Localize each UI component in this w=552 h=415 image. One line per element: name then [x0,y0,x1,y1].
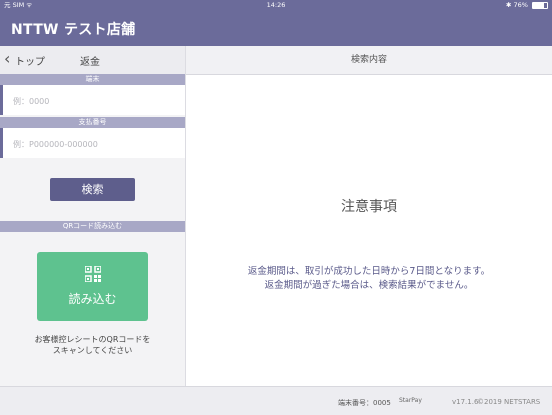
refund-panel: ‹ トップ 返金 端末 支払番号 検索 QRコード読み込む 読み込む お客様控レ… [0,46,186,386]
notice-body: 返金期間は、取引が成功した日時から7日間となります。 返金期間が過ぎた場合は、検… [186,265,552,293]
nav-bar: NTTW テスト店舗 [0,11,552,46]
back-button[interactable]: トップ [15,53,45,68]
notice-line1: 返金期間は、取引が成功した日時から7日間となります。 [247,266,491,277]
terminal-info: 端末番号：0005 [338,398,391,408]
qr-section-header: QRコード読み込む [0,221,185,232]
battery-icon [532,1,548,9]
battery-percent: 76% [513,1,528,9]
qr-scan-button[interactable]: 読み込む [37,252,148,321]
bluetooth-icon: ✱ [505,1,512,9]
footer: 端末番号：0005 StarPay v17.1.6 ©2019 NETSTARS [0,386,552,415]
status-time: 14:26 [266,1,286,9]
payment-section-header: 支払番号 [0,117,185,128]
payment-number-input[interactable] [11,135,180,153]
app-version: v17.1.6 [452,398,479,406]
notice-line2: 返金期間が過ぎた場合は、検索結果がでません。 [264,280,474,291]
app-title: NTTW テスト店舗 [11,22,136,38]
search-results-header: 検索内容 [186,46,552,75]
search-button[interactable]: 検索 [50,178,135,201]
qr-note-line2: スキャンしてください [52,346,133,355]
terminal-section-header: 端末 [0,74,185,85]
terminal-number-label: 端末番号： [338,399,373,407]
payment-input-row [0,128,185,158]
starpay-logo: StarPay [399,397,422,404]
qr-scan-label: 読み込む [68,292,117,306]
qr-instruction: お客様控レシートのQRコードを スキャンしてください [0,334,185,356]
terminal-input-row [0,85,185,115]
copyright: ©2019 NETSTARS [477,398,541,406]
qr-note-line1: お客様控レシートのQRコードを [34,335,151,344]
status-bar: 元 SIM ᯤ 14:26 ✱ 76% [0,0,552,11]
notice-title: 注意事項 [341,199,397,215]
terminal-input[interactable] [11,92,180,110]
status-right: ✱ 76% [506,0,548,11]
panel-title: 返金 [80,57,100,68]
chevron-left-icon[interactable]: ‹ [4,50,10,68]
qr-code-icon [85,266,101,282]
terminal-number: 0005 [373,399,391,407]
panel-header: ‹ トップ 返金 [0,46,185,75]
